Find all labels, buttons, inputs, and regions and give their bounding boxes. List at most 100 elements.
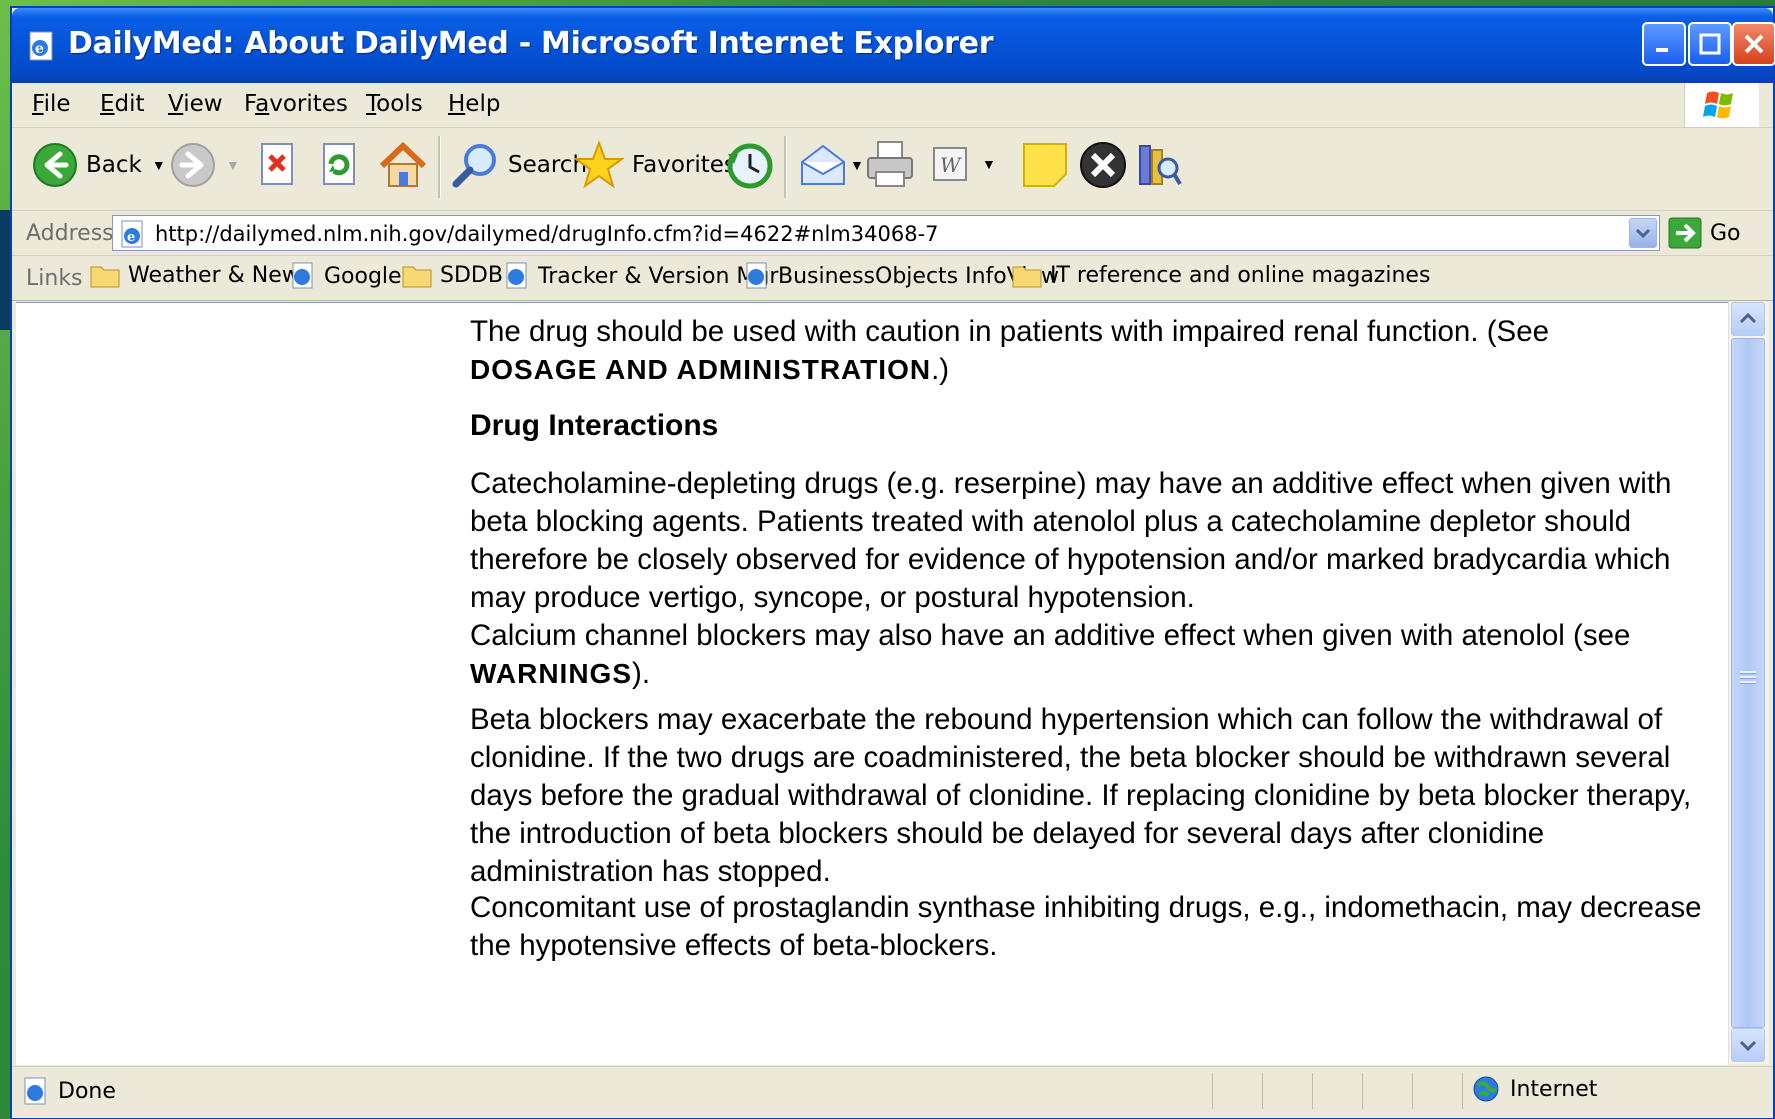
research-icon bbox=[1139, 145, 1182, 186]
chevron-down-icon bbox=[1739, 1040, 1757, 1052]
status-pane bbox=[1212, 1073, 1213, 1109]
back-button[interactable]: Back ▼ bbox=[32, 142, 166, 188]
forward-dropdown-icon[interactable]: ▼ bbox=[226, 157, 240, 173]
link-google[interactable]: Google bbox=[290, 262, 402, 290]
status-pane bbox=[1462, 1073, 1463, 1109]
back-label: Back bbox=[86, 152, 142, 178]
maximize-button[interactable] bbox=[1688, 22, 1732, 66]
menu-edit[interactable]: Edit bbox=[100, 91, 145, 117]
folder-icon bbox=[402, 266, 432, 288]
chevron-down-icon bbox=[1635, 228, 1651, 239]
title-bar[interactable]: e DailyMed: About DailyMed - Microsoft I… bbox=[12, 8, 1775, 83]
zone-label: Internet bbox=[1510, 1076, 1598, 1102]
forward-arrow-icon bbox=[171, 143, 215, 187]
vertical-scrollbar[interactable] bbox=[1728, 302, 1769, 1064]
status-pane bbox=[1312, 1073, 1313, 1109]
ie-page-icon bbox=[292, 262, 313, 289]
thumb-grip bbox=[1740, 676, 1756, 679]
refresh-button[interactable] bbox=[318, 142, 360, 188]
forward-button[interactable]: ▼ bbox=[170, 142, 240, 188]
maximize-icon bbox=[1699, 33, 1721, 55]
svg-text:W: W bbox=[940, 153, 962, 177]
back-dropdown-icon[interactable]: ▼ bbox=[152, 157, 166, 173]
edit-button[interactable]: W ▼ bbox=[932, 146, 996, 182]
ie-page-icon bbox=[24, 1077, 46, 1105]
links-bar: Links Weather & News Google SDDB Tracker… bbox=[12, 256, 1773, 301]
block-button[interactable] bbox=[1078, 140, 1128, 190]
menu-view[interactable]: View bbox=[168, 91, 223, 117]
scroll-up-button[interactable] bbox=[1731, 302, 1765, 336]
sticky-note-icon bbox=[1023, 143, 1067, 187]
block-icon bbox=[1080, 142, 1126, 188]
dosage-administration-link[interactable]: DOSAGE AND ADMINISTRATION bbox=[470, 354, 931, 385]
folder-icon bbox=[1012, 266, 1042, 288]
address-label: Address bbox=[26, 221, 114, 246]
favorites-button[interactable]: Favorites bbox=[574, 140, 736, 190]
search-button[interactable]: Search bbox=[450, 140, 587, 190]
status-bar: Done Internet bbox=[12, 1066, 1773, 1118]
links-label: Links bbox=[26, 266, 83, 291]
address-bar: Address e http://dailymed.nlm.nih.gov/da… bbox=[12, 211, 1773, 256]
status-pane bbox=[1262, 1073, 1263, 1109]
menu-help[interactable]: Help bbox=[448, 91, 500, 117]
menu-bar: File Edit View Favorites Tools Help bbox=[12, 83, 1773, 128]
research-button[interactable] bbox=[1136, 140, 1182, 190]
warnings-link[interactable]: WARNINGS bbox=[470, 658, 632, 689]
catecholamine-paragraph: Catecholamine-depleting drugs (e.g. rese… bbox=[470, 467, 1672, 614]
home-icon bbox=[379, 141, 427, 187]
menu-file[interactable]: File bbox=[32, 91, 71, 117]
ie-page-icon bbox=[746, 262, 767, 289]
scroll-down-button[interactable] bbox=[1731, 1028, 1765, 1062]
go-label: Go bbox=[1710, 220, 1741, 246]
menu-favorites[interactable]: Favorites bbox=[244, 91, 348, 117]
clonidine-paragraph: Beta blockers may exacerbate the rebound… bbox=[470, 703, 1692, 888]
svg-text:e: e bbox=[35, 41, 44, 57]
word-doc-icon: W bbox=[933, 147, 967, 181]
refresh-icon bbox=[323, 143, 355, 185]
windows-flag-icon bbox=[1703, 91, 1733, 119]
section-heading: Drug Interactions bbox=[470, 409, 719, 442]
address-url: http://dailymed.nlm.nih.gov/dailymed/dru… bbox=[155, 222, 939, 246]
stop-button[interactable] bbox=[256, 142, 298, 188]
link-tracker-version-mgr[interactable]: Tracker & Version Mgr bbox=[504, 262, 778, 290]
go-arrow-icon bbox=[1668, 217, 1702, 249]
mail-dropdown-icon[interactable]: ▼ bbox=[850, 157, 864, 173]
security-zone: Internet bbox=[1472, 1075, 1597, 1103]
ie-page-icon: e bbox=[29, 31, 53, 61]
chevron-up-icon bbox=[1739, 312, 1757, 324]
favorites-label: Favorites bbox=[632, 152, 736, 178]
status-pane bbox=[1412, 1073, 1413, 1109]
address-dropdown-button[interactable] bbox=[1629, 218, 1657, 248]
address-input[interactable]: e http://dailymed.nlm.nih.gov/dailymed/d… bbox=[112, 215, 1660, 251]
toolbar-separator bbox=[784, 136, 787, 198]
calcium-channel-paragraph: Calcium channel blockers may also have a… bbox=[470, 619, 1631, 690]
printer-icon bbox=[867, 141, 913, 187]
home-button[interactable] bbox=[378, 140, 428, 190]
print-button[interactable] bbox=[864, 140, 916, 190]
status-pane bbox=[1362, 1073, 1363, 1109]
go-button[interactable]: Go bbox=[1668, 217, 1741, 249]
close-icon bbox=[1744, 34, 1764, 54]
link-sddb[interactable]: SDDB bbox=[402, 262, 503, 288]
mail-icon bbox=[801, 144, 845, 185]
history-button[interactable] bbox=[724, 140, 774, 190]
scroll-thumb[interactable] bbox=[1731, 338, 1765, 1028]
page-content: The drug should be used with caution in … bbox=[16, 302, 1728, 1065]
link-weather-news[interactable]: Weather & News bbox=[90, 262, 311, 288]
close-button[interactable] bbox=[1732, 22, 1775, 66]
folder-icon bbox=[90, 266, 120, 288]
svg-text:e: e bbox=[127, 230, 135, 245]
note-button[interactable] bbox=[1022, 142, 1068, 188]
minimize-button[interactable] bbox=[1642, 22, 1686, 66]
ie-page-icon: e bbox=[121, 220, 143, 248]
mail-button[interactable]: ▼ bbox=[798, 142, 864, 188]
stop-icon bbox=[261, 143, 293, 185]
ie-page-icon bbox=[506, 262, 527, 289]
toolbar-separator bbox=[438, 136, 441, 198]
back-arrow-icon bbox=[33, 143, 77, 187]
link-it-reference[interactable]: IT reference and online magazines bbox=[1012, 262, 1430, 288]
thumb-grip bbox=[1740, 671, 1756, 674]
menu-tools[interactable]: Tools bbox=[366, 91, 423, 117]
edit-dropdown-icon[interactable]: ▼ bbox=[982, 156, 996, 172]
star-icon bbox=[574, 140, 624, 189]
